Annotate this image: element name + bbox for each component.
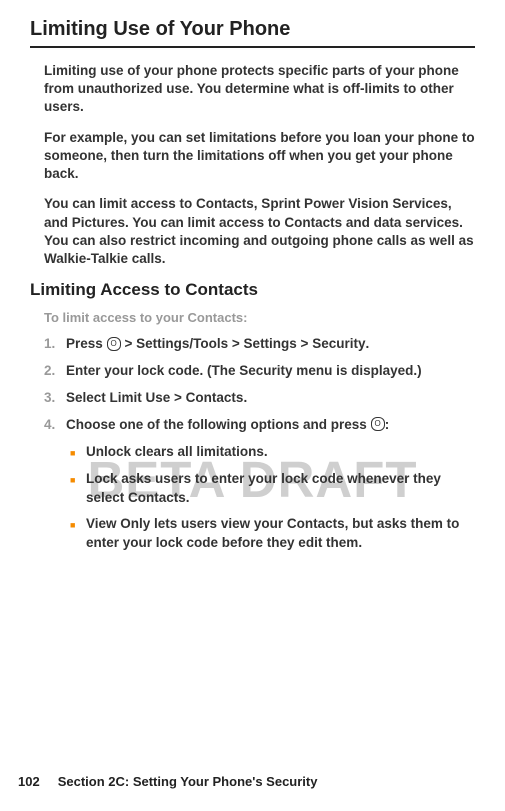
bold-text: Contacts [287, 516, 345, 531]
intro-paragraph-1: Limiting use of your phone protects spec… [44, 62, 475, 117]
text-fragment: . [365, 336, 369, 351]
step-1: 1. Press O > Settings/Tools > Settings >… [44, 335, 475, 354]
step-4: 4. Choose one of the following options a… [44, 416, 475, 435]
bold-text: View Only [86, 516, 150, 531]
bullet-text: Unlock clears all limitations. [86, 443, 475, 462]
step-3: 3. Select Limit Use > Contacts. [44, 389, 475, 408]
intro-paragraph-3: You can limit access to Contacts, Sprint… [44, 195, 475, 268]
text-fragment: Select [66, 390, 110, 405]
key-icon: O [371, 417, 385, 431]
text-fragment: : [385, 417, 390, 432]
step-text: Choose one of the following options and … [66, 416, 475, 435]
page-footer: 102 Section 2C: Setting Your Phone's Secu… [18, 774, 317, 789]
step-text: Enter your lock code. (The Security menu… [66, 362, 475, 381]
step-text: Select Limit Use > Contacts. [66, 389, 475, 408]
bullet-unlock: ■ Unlock clears all limitations. [70, 443, 475, 462]
text-fragment: . [186, 490, 190, 505]
footer-section-label: Section 2C: Setting Your Phone's Securit… [58, 774, 318, 789]
step-2: 2. Enter your lock code. (The Security m… [44, 362, 475, 381]
step-number: 3. [44, 389, 66, 408]
step-number: 2. [44, 362, 66, 381]
bullet-text: View Only lets users view your Contacts,… [86, 515, 475, 553]
bold-text: Lock [86, 471, 118, 486]
sub-heading: Limiting Access to Contacts [30, 280, 475, 300]
bullet-marker-icon: ■ [70, 447, 86, 462]
text-fragment: Choose one of the following options and … [66, 417, 371, 432]
bullet-text: Lock asks users to enter your lock code … [86, 470, 475, 508]
sub-intro: To limit access to your Contacts: [44, 310, 475, 325]
bold-text: Unlock [86, 444, 131, 459]
page-number: 102 [18, 774, 40, 789]
step-number: 1. [44, 335, 66, 354]
text-fragment: Press [66, 336, 107, 351]
text-fragment: clears all limitations. [131, 444, 268, 459]
text-fragment: . [243, 390, 247, 405]
key-icon: O [107, 337, 121, 351]
text-fragment: lets users view your [150, 516, 287, 531]
bullet-marker-icon: ■ [70, 519, 86, 553]
bold-text: > Settings/Tools > Settings > Security [121, 336, 366, 351]
intro-paragraph-2: For example, you can set limitations bef… [44, 129, 475, 184]
bullet-view-only: ■ View Only lets users view your Contact… [70, 515, 475, 553]
bold-text: Contacts [128, 490, 186, 505]
heading-divider [30, 46, 475, 48]
step-number: 4. [44, 416, 66, 435]
bullet-marker-icon: ■ [70, 474, 86, 508]
bullet-lock: ■ Lock asks users to enter your lock cod… [70, 470, 475, 508]
page-content: Limiting Use of Your Phone Limiting use … [30, 18, 475, 553]
step-text: Press O > Settings/Tools > Settings > Se… [66, 335, 475, 354]
main-heading: Limiting Use of Your Phone [30, 18, 475, 41]
bold-text: Limit Use > Contacts [110, 390, 244, 405]
